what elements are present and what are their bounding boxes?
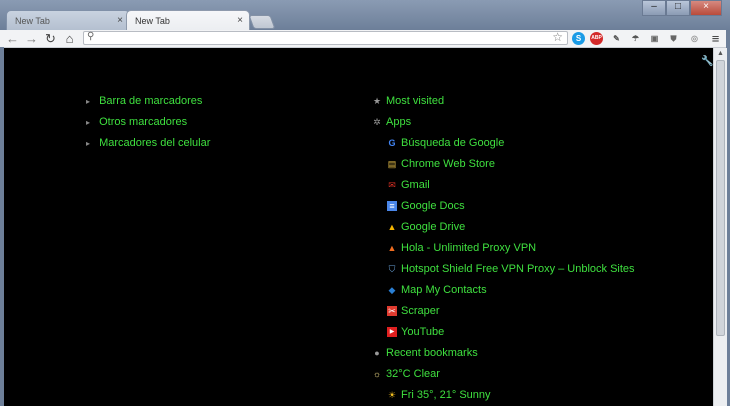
- puzzle-icon: ✲: [373, 117, 381, 127]
- wrench-icon[interactable]: 🔧: [701, 56, 713, 67]
- app-item[interactable]: ▲ Google Drive: [387, 219, 466, 235]
- home-icon[interactable]: ⌂: [62, 31, 77, 46]
- app-item[interactable]: G Búsqueda de Google: [387, 135, 504, 151]
- tab-label: New Tab: [135, 16, 170, 26]
- bookmark-folder-item[interactable]: ▸ Barra de marcadores: [86, 93, 202, 109]
- maximize-button[interactable]: □: [666, 0, 690, 16]
- weather-label: 32°C Clear: [386, 368, 440, 380]
- new-tab-button[interactable]: [248, 15, 276, 29]
- star-icon: ★: [372, 96, 382, 106]
- forecast-item[interactable]: ☀ Fri 35°, 21° Sunny: [387, 387, 491, 403]
- bookmark-folder-label: Marcadores del celular: [99, 137, 211, 149]
- docs-icon: ≡: [387, 201, 397, 211]
- app-item[interactable]: ⛉ Hotspot Shield Free VPN Proxy – Unbloc…: [387, 261, 635, 277]
- app-item[interactable]: ▶ YouTube: [387, 324, 444, 340]
- forward-arrow-icon[interactable]: →: [24, 31, 39, 46]
- app-item[interactable]: ▤ Chrome Web Store: [387, 156, 495, 172]
- app-label: Scraper: [401, 305, 440, 317]
- app-label: Google Docs: [401, 200, 465, 212]
- app-item[interactable]: ✂ Scraper: [387, 303, 440, 319]
- extension-icon[interactable]: ☂: [629, 32, 642, 45]
- scrollbar-thumb[interactable]: [716, 60, 725, 336]
- app-label: Map My Contacts: [401, 284, 487, 296]
- adblock-plus-icon[interactable]: ABP: [590, 32, 603, 45]
- title-bar: New Tab × New Tab × – □ ×: [0, 0, 730, 30]
- menu-icon[interactable]: ≡: [708, 31, 723, 46]
- most-visited-item[interactable]: ★ Most visited: [372, 93, 444, 109]
- back-arrow-icon[interactable]: ←: [5, 31, 20, 46]
- expand-arrow-icon: ▸: [86, 97, 91, 106]
- tab-new-tab-2[interactable]: New Tab ×: [126, 10, 250, 30]
- web-store-icon: ▤: [387, 159, 397, 169]
- vertical-scrollbar[interactable]: ▲: [713, 48, 727, 406]
- gmail-icon: ✉: [388, 180, 396, 190]
- apps-label: Apps: [386, 116, 412, 128]
- drive-icon: ▲: [387, 222, 397, 232]
- expand-arrow-icon: ▸: [86, 118, 91, 127]
- scraper-icon: ✂: [387, 306, 397, 316]
- toolbar: ← → ↻ ⌂ ⚲ ☆ S ABP ✎ ☂ ▣ ⛊ ◎ ≡: [0, 30, 730, 48]
- app-label: Hotspot Shield Free VPN Proxy – Unblock …: [401, 263, 635, 275]
- google-icon: G: [388, 138, 396, 148]
- youtube-icon: ▶: [387, 327, 397, 337]
- tab-close-icon[interactable]: ×: [117, 11, 123, 31]
- scroll-up-arrow-icon[interactable]: ▲: [717, 50, 724, 57]
- omnibox[interactable]: ⚲ ☆: [83, 30, 568, 45]
- sun-icon: ☀: [387, 390, 397, 400]
- weather-item[interactable]: ☼ 32°C Clear: [372, 366, 440, 382]
- extension-icon[interactable]: ⛊: [667, 32, 680, 45]
- bookmark-folder-label: Barra de marcadores: [99, 95, 203, 107]
- app-item[interactable]: ▲ Hola - Unlimited Proxy VPN: [387, 240, 537, 256]
- star-icon[interactable]: ☆: [552, 30, 563, 44]
- recent-bookmarks-item[interactable]: ● Recent bookmarks: [372, 345, 478, 361]
- reload-icon[interactable]: ↻: [43, 31, 58, 46]
- window-controls: – □ ×: [642, 0, 722, 16]
- clock-icon: ●: [374, 348, 380, 358]
- extension-icon[interactable]: ✎: [610, 32, 623, 45]
- recent-bookmarks-label: Recent bookmarks: [386, 347, 478, 359]
- app-label: Gmail: [401, 179, 430, 191]
- bookmark-folder-item[interactable]: ▸ Otros marcadores: [86, 114, 187, 130]
- extension-icon[interactable]: ▣: [648, 32, 661, 45]
- shield-icon: ⛉: [388, 264, 396, 274]
- app-item[interactable]: ✉ Gmail: [387, 177, 430, 193]
- hola-flame-icon: ▲: [387, 243, 397, 253]
- sun-icon: ☼: [372, 369, 382, 379]
- search-icon: ⚲: [87, 31, 95, 42]
- tab-label: New Tab: [15, 16, 50, 26]
- close-window-button[interactable]: ×: [690, 0, 722, 16]
- bookmark-folder-item[interactable]: ▸ Marcadores del celular: [86, 135, 210, 151]
- minimize-button[interactable]: –: [642, 0, 666, 16]
- most-visited-label: Most visited: [386, 95, 445, 107]
- map-icon: ◆: [388, 285, 396, 295]
- tab-new-tab-1[interactable]: New Tab ×: [6, 10, 130, 30]
- bookmark-folder-label: Otros marcadores: [99, 116, 188, 128]
- app-label: Búsqueda de Google: [401, 137, 505, 149]
- tab-close-icon[interactable]: ×: [237, 11, 243, 31]
- app-label: Chrome Web Store: [401, 158, 495, 170]
- extension-icon[interactable]: ◎: [688, 32, 701, 45]
- forecast-label: Fri 35°, 21° Sunny: [401, 389, 491, 401]
- app-label: Google Drive: [401, 221, 466, 233]
- apps-item[interactable]: ✲ Apps: [372, 114, 411, 130]
- app-item[interactable]: ◆ Map My Contacts: [387, 282, 487, 298]
- app-label: Hola - Unlimited Proxy VPN: [401, 242, 537, 254]
- expand-arrow-icon: ▸: [86, 139, 91, 148]
- app-label: YouTube: [401, 326, 445, 338]
- app-item[interactable]: ≡ Google Docs: [387, 198, 465, 214]
- page-content: 🔧 ▸ Barra de marcadores ▸ Otros marcador…: [4, 48, 713, 406]
- skype-extension-icon[interactable]: S: [572, 32, 585, 45]
